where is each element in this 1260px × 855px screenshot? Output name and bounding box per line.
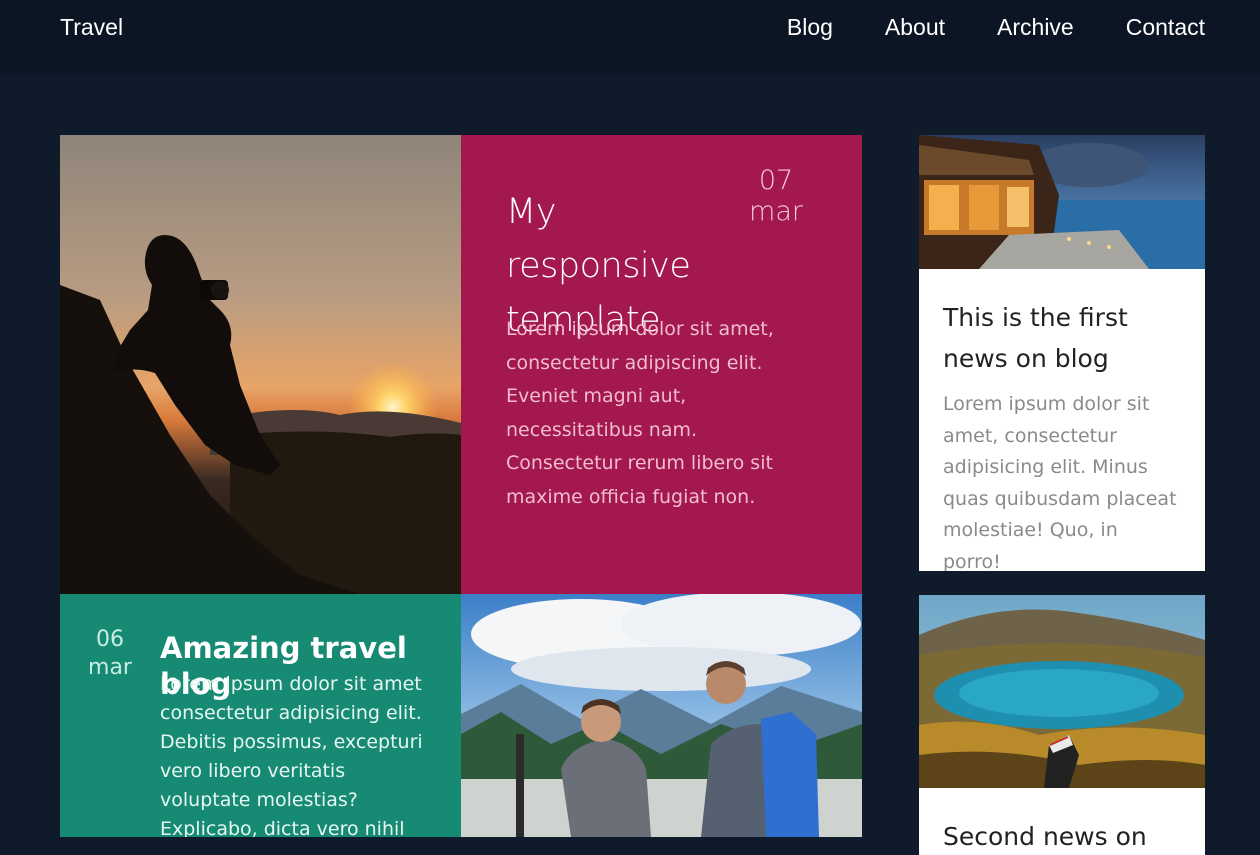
main-nav: Blog About Archive Contact <box>735 14 1205 41</box>
post-excerpt: Lorem ipsum dolor sit amet, consectetur … <box>506 318 774 508</box>
nav-about[interactable]: About <box>885 14 945 41</box>
post-card-featured[interactable]: My responsive template 07 mar Lorem ipsu… <box>461 135 862 594</box>
nav-contact[interactable]: Contact <box>1126 14 1205 41</box>
post-date: 06 mar <box>82 626 138 682</box>
resort-night-image[interactable] <box>919 135 1205 269</box>
sidebar-news-card[interactable]: Second news on <box>919 595 1205 855</box>
post-date: 07 mar <box>745 165 807 227</box>
nav-archive[interactable]: Archive <box>997 14 1074 41</box>
post-excerpt: Lorem ipsum dolor sit amet consectetur a… <box>160 673 423 837</box>
hikers-mountains-image[interactable] <box>461 594 862 837</box>
news-excerpt: Lorem ipsum dolor sit amet, consectetur … <box>943 393 1177 571</box>
sidebar-news-card[interactable]: This is the first news on blog Lorem ips… <box>919 135 1205 571</box>
news-title[interactable]: This is the first news on blog <box>919 297 1205 379</box>
post-month: mar <box>749 196 803 227</box>
news-title[interactable]: Second news on <box>919 816 1205 855</box>
site-header: Travel Blog About Archive Contact <box>0 0 1260 75</box>
nav-blog[interactable]: Blog <box>787 14 833 41</box>
post-month: mar <box>88 655 132 680</box>
post-day: 06 <box>96 627 124 652</box>
brand-logo[interactable]: Travel <box>60 14 123 41</box>
post-day: 07 <box>758 165 794 196</box>
post-card-secondary[interactable]: 06 mar Amazing travel blog Lorem ipsum d… <box>60 594 461 837</box>
photographer-sunset-image[interactable] <box>60 135 461 594</box>
mountain-lake-image[interactable] <box>919 595 1205 788</box>
